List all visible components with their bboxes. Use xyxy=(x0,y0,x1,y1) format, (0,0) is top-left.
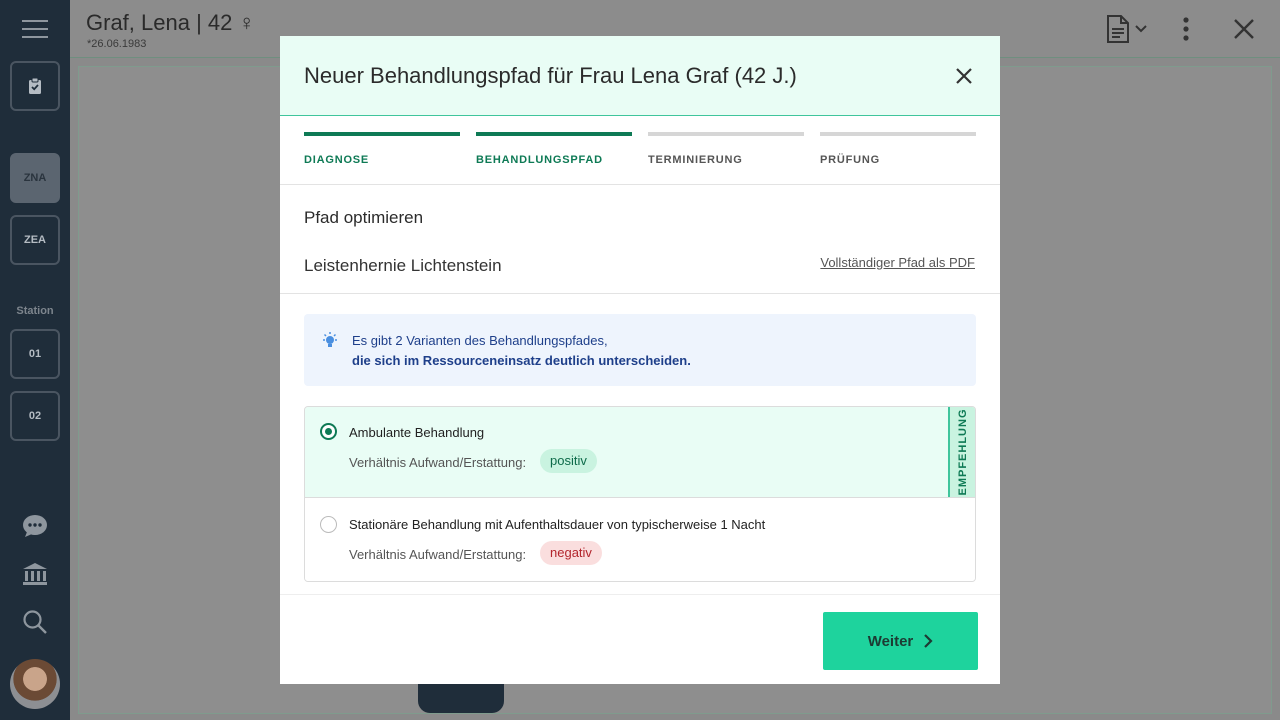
divider xyxy=(280,293,1000,294)
body-figure xyxy=(418,683,504,713)
patient-name: Graf, Lena | 42 ♀ xyxy=(86,10,255,35)
step-label: DIAGNOSE xyxy=(304,154,370,166)
close-icon xyxy=(956,68,972,84)
option-ambulant[interactable]: Ambulante Behandlung Verhältnis Aufwand/… xyxy=(305,407,975,498)
step-behandlungspfad[interactable]: BEHANDLUNGSPFAD xyxy=(476,132,632,166)
path-name: Leistenhernie Lichtenstein xyxy=(304,256,502,275)
step-bar xyxy=(476,132,632,136)
info-box: Es gibt 2 Varianten des Behandlungspfade… xyxy=(304,314,976,386)
section-title: Pfad optimieren xyxy=(304,208,424,227)
dialog-header: Neuer Behandlungspfad für Frau Lena Graf… xyxy=(280,36,1000,116)
chevron-right-icon xyxy=(924,634,933,648)
sidebar-item-station-01[interactable]: 01 xyxy=(10,329,60,379)
recommendation-label: EMPFEHLUNG xyxy=(956,408,969,496)
recommendation-tag: EMPFEHLUNG xyxy=(948,407,975,497)
step-diagnose[interactable]: DIAGNOSE xyxy=(304,132,460,166)
step-label: PRÜFUNG xyxy=(820,154,880,166)
option-meta-label: Verhältnis Aufwand/Erstattung: xyxy=(349,455,527,470)
station-label: Station xyxy=(16,305,54,317)
sidebar-item-station-02[interactable]: 02 xyxy=(10,391,60,441)
option-meta-label: Verhältnis Aufwand/Erstattung: xyxy=(349,547,527,562)
document-icon xyxy=(1107,15,1129,43)
more-options-icon[interactable] xyxy=(1182,14,1190,44)
close-patient-icon[interactable] xyxy=(1233,14,1255,44)
chat-icon[interactable] xyxy=(20,511,50,541)
radio-stationaer[interactable] xyxy=(320,516,337,533)
next-button-label: Weiter xyxy=(867,632,914,650)
step-bar xyxy=(304,132,460,136)
clipboard-check-icon xyxy=(29,77,41,94)
step-label: TERMINIERUNG xyxy=(648,154,743,166)
sidebar-item-zea[interactable]: ZEA xyxy=(10,215,60,265)
step-pruefung[interactable]: PRÜFUNG xyxy=(820,132,976,166)
step-bar xyxy=(648,132,804,136)
chevron-down-icon xyxy=(1135,25,1147,33)
sidebar: ZNA ZEA Station 01 02 xyxy=(0,0,70,720)
bank-icon[interactable] xyxy=(20,559,50,589)
treatment-options: Ambulante Behandlung Verhältnis Aufwand/… xyxy=(304,406,976,582)
step-terminierung[interactable]: TERMINIERUNG xyxy=(648,132,804,166)
dialog-title: Neuer Behandlungspfad für Frau Lena Graf… xyxy=(304,63,797,88)
search-icon[interactable] xyxy=(20,607,50,637)
info-text: Es gibt 2 Varianten des Behandlungspfade… xyxy=(352,331,691,371)
status-badge: positiv xyxy=(540,449,597,473)
radio-ambulant[interactable] xyxy=(320,423,337,440)
pdf-link[interactable]: Vollständiger Pfad als PDF xyxy=(820,255,975,270)
patient-dob: *26.06.1983 xyxy=(87,38,147,50)
info-line-1: Es gibt 2 Varianten des Behandlungspfade… xyxy=(352,333,608,348)
next-button[interactable]: Weiter xyxy=(823,612,978,670)
info-line-2: die sich im Ressourceneinsatz deutlich u… xyxy=(352,353,691,368)
menu-icon[interactable] xyxy=(22,20,48,40)
option-title: Stationäre Behandlung mit Aufenthaltsdau… xyxy=(349,517,766,532)
status-badge: negativ xyxy=(540,541,602,565)
sidebar-item-zna[interactable]: ZNA xyxy=(10,153,60,203)
clipboard-button[interactable] xyxy=(10,61,60,111)
step-label: BEHANDLUNGSPFAD xyxy=(476,154,603,166)
dialog-footer: Weiter xyxy=(280,594,1000,684)
avatar[interactable] xyxy=(10,659,60,709)
option-stationaer[interactable]: Stationäre Behandlung mit Aufenthaltsdau… xyxy=(305,498,975,581)
step-bar xyxy=(820,132,976,136)
document-menu-button[interactable] xyxy=(1106,14,1148,44)
treatment-path-dialog: Neuer Behandlungspfad für Frau Lena Graf… xyxy=(280,36,1000,684)
close-button[interactable] xyxy=(952,64,976,88)
lightbulb-icon xyxy=(323,332,337,347)
option-title: Ambulante Behandlung xyxy=(349,425,485,440)
stepper: DIAGNOSE BEHANDLUNGSPFAD TERMINIERUNG PR… xyxy=(280,116,1000,185)
